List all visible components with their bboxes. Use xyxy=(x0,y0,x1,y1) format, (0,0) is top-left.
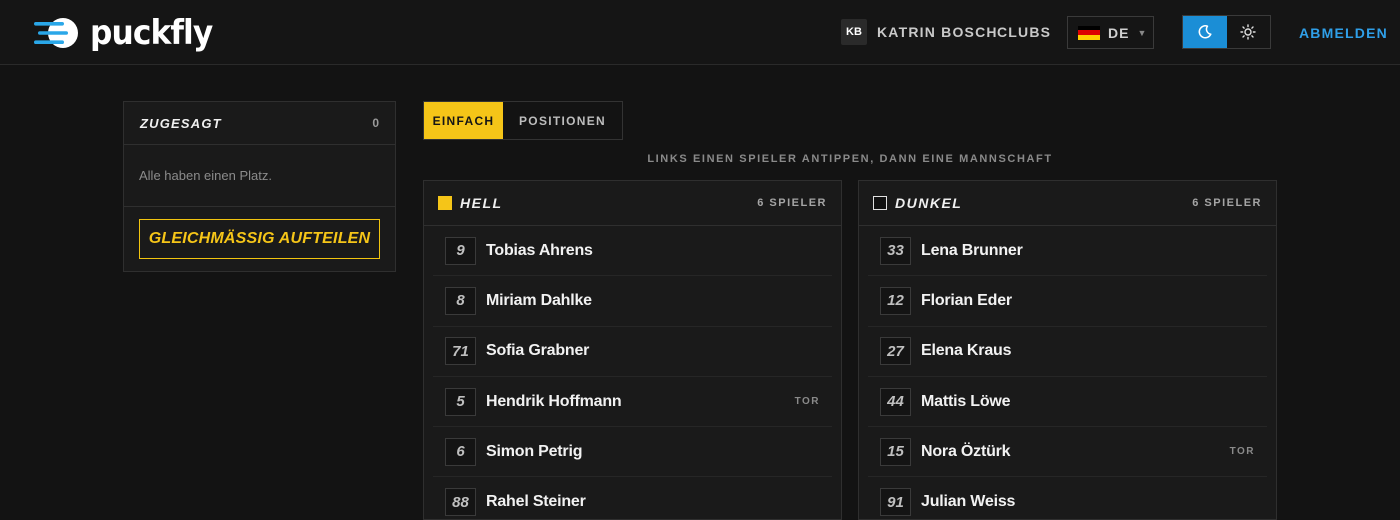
jersey-number: 12 xyxy=(880,286,911,315)
avatar: KB xyxy=(841,19,867,45)
team-player-count: 6 SPIELER xyxy=(757,197,827,209)
theme-toggle xyxy=(1182,15,1271,49)
jersey-number: 91 xyxy=(880,488,911,517)
team-header: HELL 6 SPIELER xyxy=(424,181,841,226)
committed-panel: ZUGESAGT 0 Alle haben einen Platz. Gleic… xyxy=(123,101,396,272)
jersey-number: 71 xyxy=(445,337,476,366)
player-name: Lena Brunner xyxy=(921,241,1023,259)
top-bar: puckfly KB KATRIN BOSCH CLUBS DE ▼ ABMEL… xyxy=(0,0,1400,65)
team-header: DUNKEL 6 SPIELER xyxy=(859,181,1276,226)
jersey-number: 15 xyxy=(880,437,911,466)
team-roster: 33 Lena Brunner 12 Florian Eder 27 Elena… xyxy=(859,226,1276,519)
jersey-number: 5 xyxy=(445,387,476,416)
language-select[interactable]: DE ▼ xyxy=(1067,16,1154,49)
player-row[interactable]: 12 Florian Eder xyxy=(868,276,1267,327)
player-name: Mattis Löwe xyxy=(921,392,1011,410)
split-evenly-button[interactable]: Gleichmässig aufteilen xyxy=(139,219,380,259)
instruction-hint: LINKS EINEN SPIELER ANTIPPEN, DANN EINE … xyxy=(647,153,1053,165)
player-row[interactable]: 27 Elena Kraus xyxy=(868,327,1267,377)
logout-link[interactable]: ABMELDEN xyxy=(1299,25,1388,41)
team-color-swatch xyxy=(438,196,452,210)
player-name: Tobias Ahrens xyxy=(486,241,593,259)
chevron-down-icon: ▼ xyxy=(1137,27,1147,38)
jersey-number: 9 xyxy=(445,236,476,265)
player-name: Elena Kraus xyxy=(921,342,1012,360)
jersey-number: 6 xyxy=(445,437,476,466)
tab-positions[interactable]: POSITIONEN xyxy=(503,102,622,139)
committed-header: ZUGESAGT 0 xyxy=(124,102,395,145)
player-name: Nora Öztürk xyxy=(921,442,1011,460)
player-name: Miriam Dahlke xyxy=(486,291,592,309)
player-name: Rahel Steiner xyxy=(486,493,586,511)
player-name: Simon Petrig xyxy=(486,442,583,460)
nav-clubs-link[interactable]: CLUBS xyxy=(997,24,1051,40)
language-code: DE xyxy=(1108,24,1130,41)
moon-icon xyxy=(1198,25,1212,39)
jersey-number: 33 xyxy=(880,236,911,265)
brand-name: puckfly xyxy=(90,13,213,53)
brand-logo[interactable]: puckfly xyxy=(34,13,223,53)
player-row[interactable]: 44 Mattis Löwe xyxy=(868,377,1267,428)
jersey-number: 88 xyxy=(445,488,476,517)
user-name: KATRIN BOSCH xyxy=(877,24,998,40)
team-roster: 9 Tobias Ahrens 8 Miriam Dahlke 71 Sofia… xyxy=(424,226,841,519)
german-flag-icon xyxy=(1078,25,1100,40)
player-row[interactable]: 15 Nora Öztürk TOR xyxy=(868,427,1267,478)
team-panel-dark[interactable]: DUNKEL 6 SPIELER 33 Lena Brunner 12 Flor… xyxy=(858,180,1277,520)
player-row[interactable]: 8 Miriam Dahlke xyxy=(433,276,832,327)
committed-title: ZUGESAGT xyxy=(140,115,222,131)
light-mode-button[interactable] xyxy=(1227,16,1271,48)
team-name: DUNKEL xyxy=(895,195,963,211)
committed-count: 0 xyxy=(372,116,379,130)
user-menu[interactable]: KB KATRIN BOSCH xyxy=(841,19,998,45)
sun-icon xyxy=(1240,24,1256,40)
player-name: Sofia Grabner xyxy=(486,342,590,360)
player-row[interactable]: 33 Lena Brunner xyxy=(868,226,1267,277)
team-name: HELL xyxy=(460,195,503,211)
player-name: Julian Weiss xyxy=(921,493,1016,511)
empty-message: Alle haben einen Platz. xyxy=(124,145,395,207)
player-name: Hendrik Hoffmann xyxy=(486,392,622,410)
player-row[interactable]: 6 Simon Petrig xyxy=(433,427,832,478)
puck-logo-icon xyxy=(34,18,78,48)
mode-tabs: EINFACH POSITIONEN xyxy=(423,101,624,140)
jersey-number: 44 xyxy=(880,387,911,416)
tab-simple[interactable]: EINFACH xyxy=(424,102,503,139)
player-name: Florian Eder xyxy=(921,291,1012,309)
player-row[interactable]: 9 Tobias Ahrens xyxy=(433,226,832,277)
team-panel-light[interactable]: HELL 6 SPIELER 9 Tobias Ahrens 8 Miriam … xyxy=(423,180,842,520)
player-row[interactable]: 5 Hendrik Hoffmann TOR xyxy=(433,377,832,428)
player-row[interactable]: 71 Sofia Grabner xyxy=(433,327,832,377)
dark-mode-button[interactable] xyxy=(1183,16,1227,48)
team-player-count: 6 SPIELER xyxy=(1192,197,1262,209)
jersey-number: 27 xyxy=(880,337,911,366)
jersey-number: 8 xyxy=(445,286,476,315)
position-badge: TOR xyxy=(1229,446,1255,458)
team-color-swatch xyxy=(873,196,887,210)
position-badge: TOR xyxy=(794,396,820,408)
